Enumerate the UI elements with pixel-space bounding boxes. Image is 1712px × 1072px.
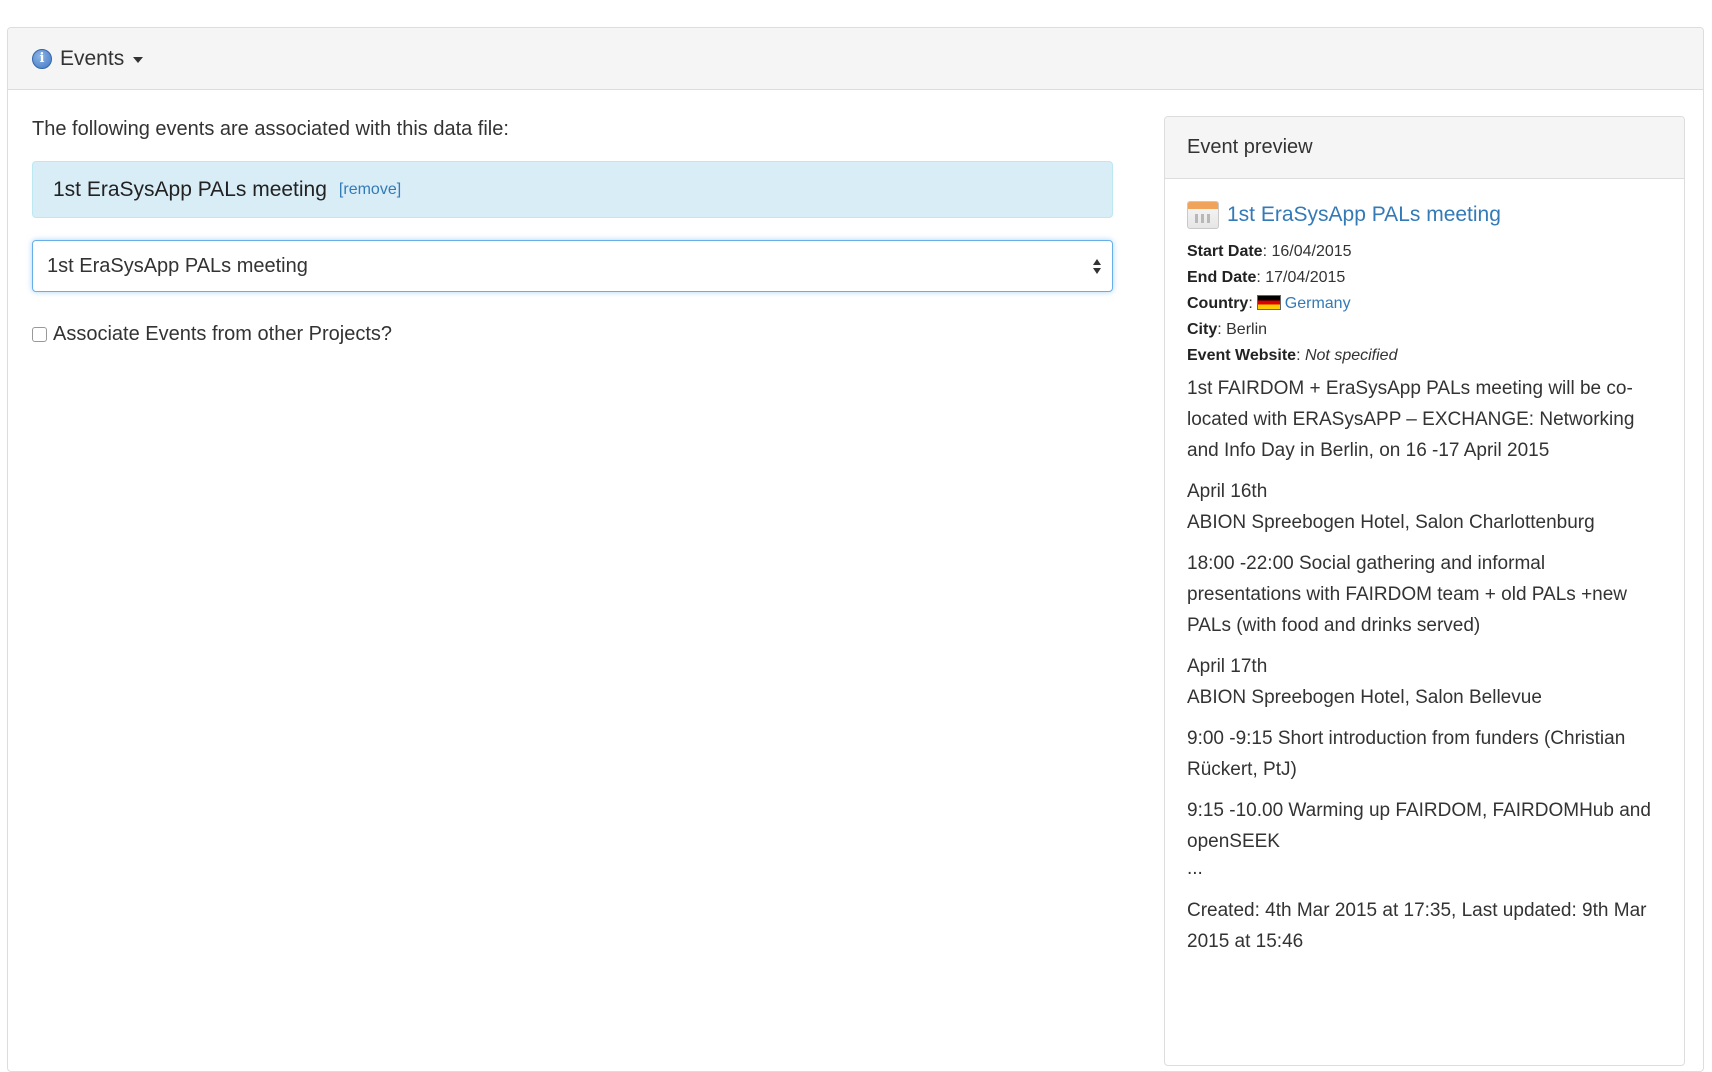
- event-preview-body: 1st EraSysApp PALs meeting Start Date: 1…: [1165, 179, 1684, 957]
- description-paragraph: April 16th ABION Spreebogen Hotel, Salon…: [1187, 481, 1595, 533]
- start-date-line: Start Date: 16/04/2015: [1187, 239, 1662, 265]
- country-separator: :: [1248, 295, 1253, 312]
- description-paragraph: 9:00 -9:15 Short introduction from funde…: [1187, 728, 1626, 780]
- event-select-value[interactable]: 1st EraSysApp PALs meeting: [47, 255, 308, 278]
- end-date-value: : 17/04/2015: [1256, 269, 1346, 286]
- events-panel: i Events The following events are associ…: [7, 27, 1704, 1072]
- event-preview-heading: Event preview: [1165, 117, 1684, 179]
- website-label: Event Website: [1187, 347, 1297, 364]
- start-date-value: : 16/04/2015: [1262, 243, 1352, 260]
- country-link[interactable]: Germany: [1285, 295, 1351, 312]
- country-label: Country: [1187, 295, 1249, 312]
- website-line: Event Website: Not specified: [1187, 343, 1662, 369]
- city-value: : Berlin: [1217, 321, 1268, 338]
- germany-flag-icon: [1256, 295, 1281, 310]
- start-date-label: Start Date: [1187, 243, 1263, 260]
- end-date-label: End Date: [1187, 269, 1257, 286]
- website-value: Not specified: [1304, 347, 1398, 364]
- other-projects-checkbox-label[interactable]: Associate Events from other Projects?: [53, 323, 392, 346]
- chevron-down-icon[interactable]: [133, 57, 144, 63]
- event-description: 1st FAIRDOM + EraSysApp PALs meeting wil…: [1187, 373, 1662, 857]
- city-line: City: Berlin: [1187, 317, 1662, 343]
- selected-event-title: 1st EraSysApp PALs meeting: [53, 177, 327, 201]
- selected-event-item: 1st EraSysApp PALs meeting [remove]: [32, 161, 1113, 218]
- description-ellipsis: ...: [1187, 858, 1203, 879]
- events-panel-heading[interactable]: i Events: [8, 28, 1703, 90]
- select-arrows-icon[interactable]: [1092, 255, 1102, 277]
- events-panel-title[interactable]: Events: [60, 47, 124, 71]
- event-preview-title-row: 1st EraSysApp PALs meeting: [1187, 201, 1662, 229]
- other-projects-checkbox[interactable]: [32, 327, 47, 342]
- end-date-line: End Date: 17/04/2015: [1187, 265, 1662, 291]
- description-paragraph: 9:15 -10.00 Warming up FAIRDOM, FAIRDOMH…: [1187, 800, 1651, 852]
- remove-event-link[interactable]: [remove]: [339, 181, 401, 199]
- created-updated-info: Created: 4th Mar 2015 at 17:35, Last upd…: [1187, 900, 1647, 952]
- event-preview-title-link[interactable]: 1st EraSysApp PALs meeting: [1227, 203, 1501, 227]
- event-preview-panel: Event preview 1st EraSysApp PALs meeting…: [1164, 116, 1685, 1066]
- description-paragraph: 18:00 -22:00 Social gathering and inform…: [1187, 553, 1628, 636]
- associated-events-intro: The following events are associated with…: [32, 118, 509, 140]
- event-select[interactable]: 1st EraSysApp PALs meeting: [32, 240, 1113, 292]
- info-icon: i: [32, 48, 52, 69]
- description-paragraph: 1st FAIRDOM + EraSysApp PALs meeting wil…: [1187, 378, 1635, 461]
- country-line: Country: Germany: [1187, 291, 1662, 317]
- description-paragraph: April 17th ABION Spreebogen Hotel, Salon…: [1187, 656, 1542, 708]
- city-label: City: [1187, 321, 1218, 338]
- calendar-icon: [1187, 201, 1219, 229]
- other-projects-checkbox-row[interactable]: Associate Events from other Projects?: [32, 323, 392, 346]
- website-separator: :: [1296, 347, 1305, 364]
